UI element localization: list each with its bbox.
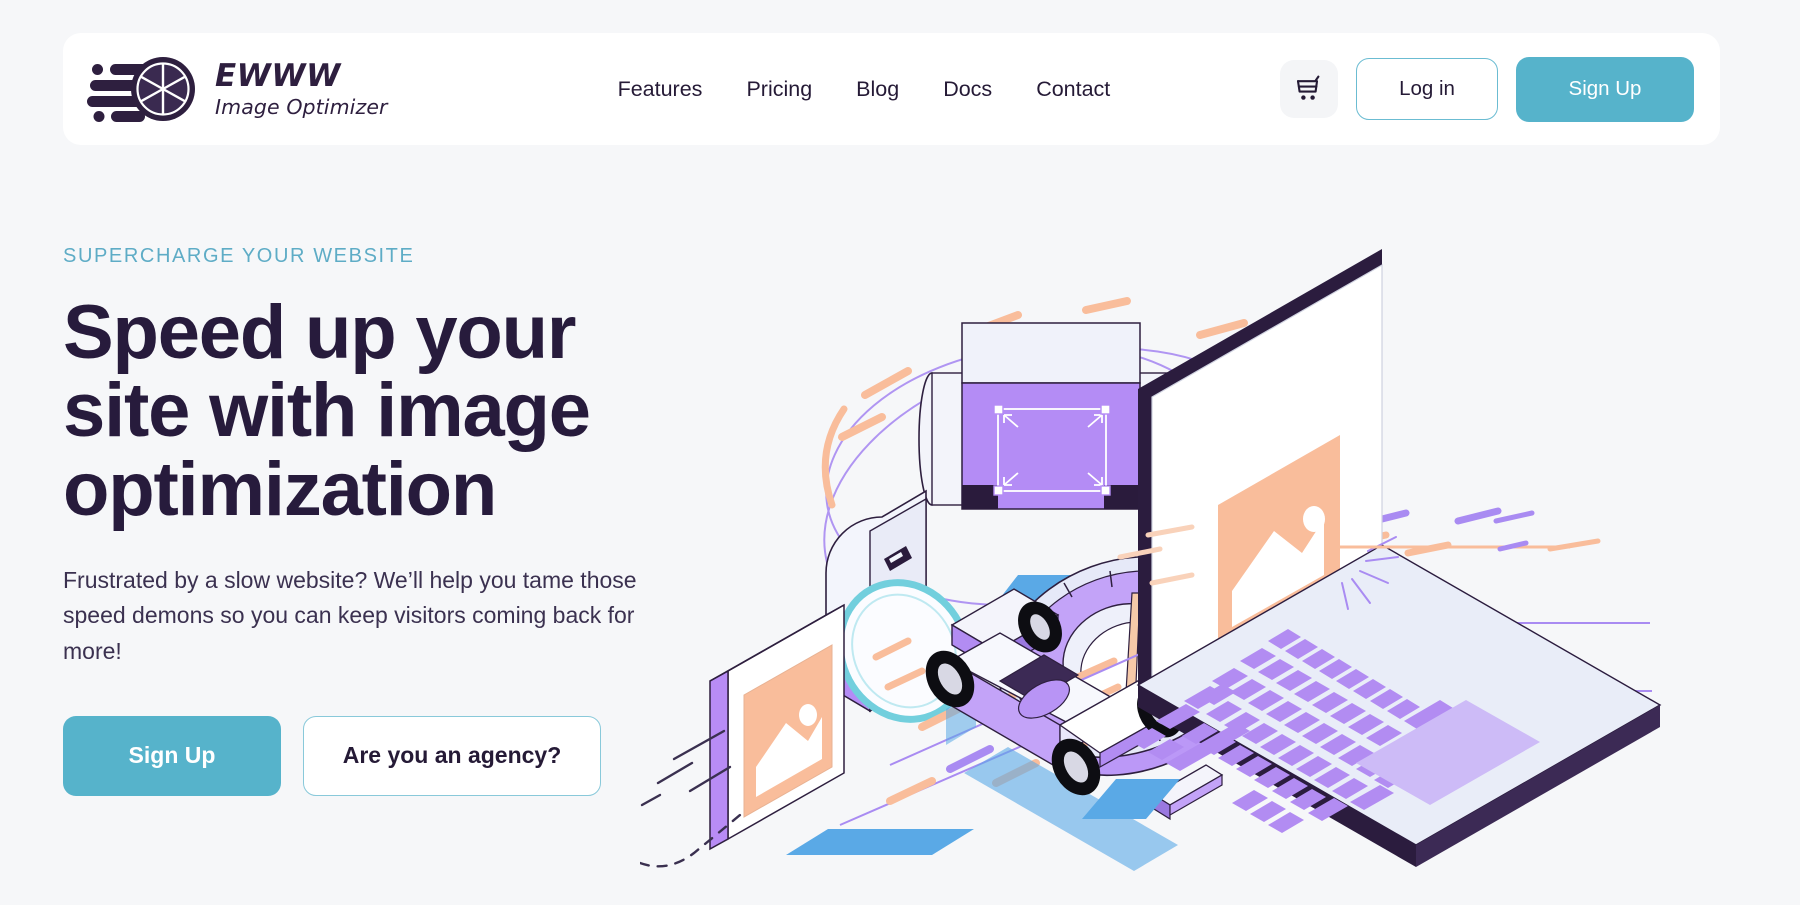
agency-button[interactable]: Are you an agency? [303,715,601,796]
signup-button-header[interactable]: Sign Up [1516,56,1694,122]
nav-item-pricing[interactable]: Pricing [746,77,812,102]
nav-item-features[interactable]: Features [618,77,703,102]
hero-section: SUPERCHARGE YOUR WEBSITE Speed up your s… [0,145,1800,903]
nav-item-docs[interactable]: Docs [943,77,992,102]
brand-logo-link[interactable]: EWWW Image Optimizer [87,53,388,125]
isometric-image-optimization-illustration [640,205,1800,905]
camera-aperture-speed-icon [87,53,211,125]
header-actions: Log in Sign Up [1280,56,1694,122]
login-button[interactable]: Log in [1356,58,1498,120]
primary-navigation: Features Pricing Blog Docs Contact [618,77,1111,102]
shopping-cart-icon [1294,75,1324,103]
signup-button-hero[interactable]: Sign Up [63,715,281,796]
page-title: Speed up your site with image optimizati… [63,290,591,532]
site-header: EWWW Image Optimizer Features Pricing Bl… [63,33,1720,145]
hero-subtitle: Frustrated by a slow website? We’ll help… [63,566,637,665]
nav-item-blog[interactable]: Blog [856,77,899,102]
nav-item-contact[interactable]: Contact [1036,77,1110,102]
brand-tagline: Image Optimizer [215,94,388,119]
cart-button[interactable] [1280,60,1338,118]
brand-name: EWWW [215,57,341,94]
